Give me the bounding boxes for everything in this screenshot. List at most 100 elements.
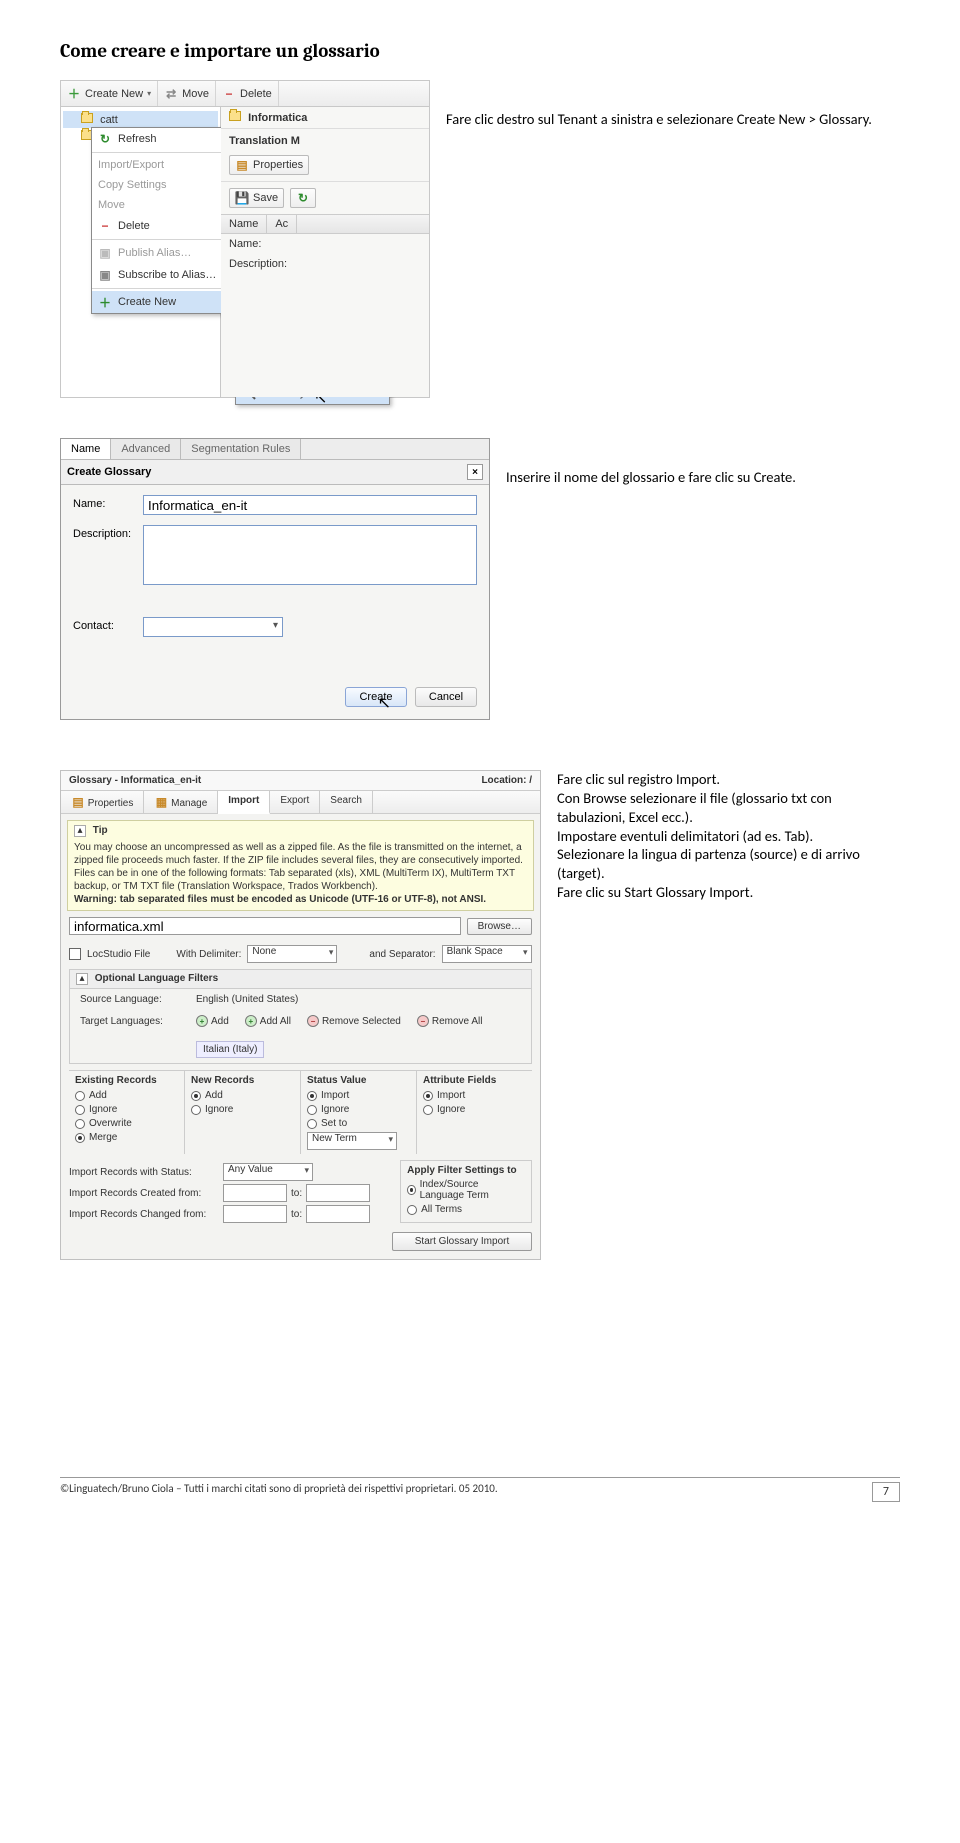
plus-icon: ＋ [67,87,81,101]
browse-button[interactable]: Browse… [467,918,532,935]
refresh-icon: ↻ [98,132,112,146]
section-2: Name Advanced Segmentation Rules Create … [60,438,900,720]
properties-icon: ▤ [71,795,85,809]
to-label-2: to: [291,1209,302,1220]
create-new-button[interactable]: ＋ Create New ▾ [61,81,158,106]
olf-heading: Optional Language Filters [95,973,218,984]
tab-import[interactable]: Import [218,791,270,814]
tab-segmentation[interactable]: Segmentation Rules [181,439,301,459]
tab-search[interactable]: Search [320,791,373,813]
ctx-delete[interactable]: − Delete [92,215,234,237]
add-button[interactable]: +Add [196,1015,229,1027]
description-input[interactable] [143,525,477,585]
glossary-title: Glossary - Informatica_en-it [69,775,201,786]
file-input[interactable] [69,917,461,935]
properties-button[interactable]: ▤ Properties [229,155,309,175]
target-language-tag[interactable]: Italian (Italy) [196,1041,264,1058]
with-delimiter-label: With Delimiter: [176,949,241,960]
column-header-row: Name Ac [221,214,429,234]
cancel-button[interactable]: Cancel [415,687,477,707]
refresh-right-button[interactable]: ↻ [290,188,316,208]
delimiter-select[interactable]: None [247,945,337,963]
sv-setto[interactable]: Set to [307,1118,410,1129]
refresh-icon: ↻ [296,191,310,205]
af-import[interactable]: Import [423,1090,526,1101]
apply-index[interactable]: Index/Source Language Term [407,1179,525,1201]
section-3: Glossary - Informatica_en-it Location: /… [60,770,900,1260]
save-label: Save [253,192,278,204]
ctx-create-new[interactable]: ＋ Create New ▶ [92,291,234,313]
tab-advanced[interactable]: Advanced [111,439,181,459]
ctx-move[interactable]: Move [92,195,234,215]
af-ignore-label: Ignore [437,1104,465,1115]
ctx-publish[interactable]: ▣ Publish Alias… [92,242,234,264]
tab-manage[interactable]: ▦ Manage [144,791,218,813]
er-overwrite-label: Overwrite [89,1118,132,1129]
collapse-toggle[interactable]: ▴ [74,825,86,837]
remove-all-button[interactable]: −Remove All [417,1015,483,1027]
irch-from-input[interactable] [223,1205,287,1223]
ircf-to-input[interactable] [306,1184,370,1202]
separator-select[interactable]: Blank Space [442,945,532,963]
tip-body: You may choose an uncompressed as well a… [74,842,523,892]
properties-icon: ▤ [235,158,249,172]
manage-icon: ▦ [154,795,168,809]
tab-name[interactable]: Name [61,439,111,459]
create-button[interactable]: Create [345,687,407,707]
delete-button[interactable]: − Delete [216,81,279,106]
ctx-refresh[interactable]: ↻ Refresh [92,128,234,150]
existing-records-head: Existing Records [75,1075,178,1086]
apply-all[interactable]: All Terms [407,1204,525,1215]
dialog-title: Create Glossary [67,466,151,478]
start-glossary-import-button[interactable]: Start Glossary Import [392,1232,532,1251]
irws-select[interactable]: Any Value [223,1163,313,1181]
er-add-label: Add [89,1090,107,1101]
locstudio-label: LocStudio File [87,949,150,960]
contact-combo[interactable] [143,617,283,637]
source-language-select[interactable]: English (United States) [196,994,336,1005]
create-new-label: Create New [85,88,143,100]
folder-icon [229,111,241,121]
minus-icon: − [98,219,112,233]
optional-language-filters: ▴ Optional Language Filters Source Langu… [69,969,532,1064]
irch-to-input[interactable] [306,1205,370,1223]
close-button[interactable]: × [467,464,483,480]
tree-root[interactable]: catt [63,111,218,128]
ctx-delete-label: Delete [118,220,150,232]
af-ignore[interactable]: Ignore [423,1104,526,1115]
ctx-import-export[interactable]: Import/Export [92,155,234,175]
sv-import[interactable]: Import [307,1090,410,1101]
er-ignore[interactable]: Ignore [75,1104,178,1115]
remove-all-label: Remove All [432,1016,483,1027]
name-input[interactable] [143,495,477,515]
ctx-copy-settings[interactable]: Copy Settings [92,175,234,195]
collapse-toggle[interactable]: ▴ [76,973,88,985]
ircf-from-input[interactable] [223,1184,287,1202]
er-add[interactable]: Add [75,1090,178,1101]
toolbar: ＋ Create New ▾ ⇄ Move − Delete [61,81,429,107]
er-merge-label: Merge [89,1132,117,1143]
nr-ignore[interactable]: Ignore [191,1104,294,1115]
tab-export[interactable]: Export [270,791,320,813]
sv-ignore[interactable]: Ignore [307,1104,410,1115]
save-icon: 💾 [235,191,249,205]
page-number: 7 [872,1482,900,1502]
remove-selected-button[interactable]: −Remove Selected [307,1015,401,1027]
tab-properties-label: Properties [88,798,134,809]
nr-add-label: Add [205,1090,223,1101]
plus-icon: + [196,1015,208,1027]
tab-properties[interactable]: ▤ Properties [61,791,144,813]
new-records-head: New Records [191,1075,294,1086]
er-merge[interactable]: Merge [75,1132,178,1143]
col-ac: Ac [267,215,297,233]
nr-add[interactable]: Add [191,1090,294,1101]
ctx-subscribe[interactable]: ▣ Subscribe to Alias… [92,264,234,286]
er-overwrite[interactable]: Overwrite [75,1118,178,1129]
move-icon: ⇄ [164,87,178,101]
save-button[interactable]: 💾 Save [229,188,284,208]
setto-select[interactable]: New Term [307,1132,397,1150]
locstudio-checkbox[interactable] [69,948,81,960]
move-button[interactable]: ⇄ Move [158,81,216,106]
cursor-icon: ↖ [378,693,391,713]
add-all-button[interactable]: +Add All [245,1015,291,1027]
